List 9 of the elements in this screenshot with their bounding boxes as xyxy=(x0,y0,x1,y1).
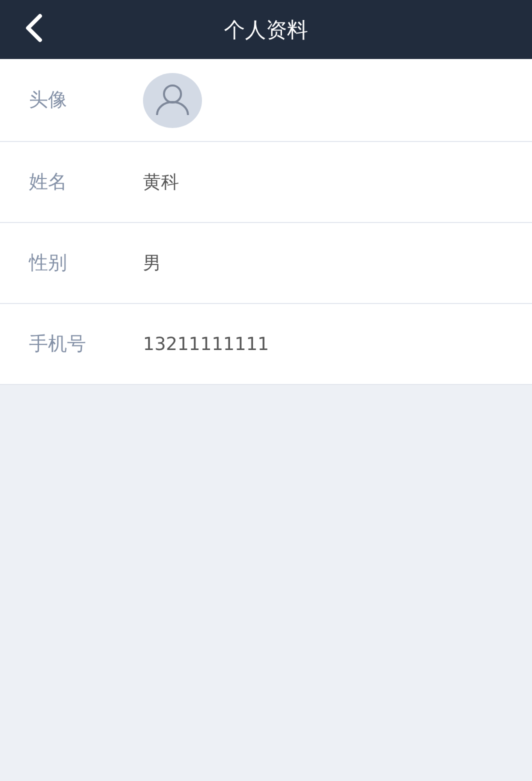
field-label: 性别 xyxy=(29,251,68,276)
field-label: 手机号 xyxy=(29,332,87,357)
field-value: 黄科 xyxy=(143,171,179,194)
field-value: 男 xyxy=(143,252,161,275)
field-value: 13211111111 xyxy=(143,334,269,354)
field-label: 头像 xyxy=(29,88,68,113)
page-title: 个人资料 xyxy=(224,16,308,44)
field-label: 姓名 xyxy=(29,170,68,195)
avatar-icon[interactable] xyxy=(143,72,202,128)
